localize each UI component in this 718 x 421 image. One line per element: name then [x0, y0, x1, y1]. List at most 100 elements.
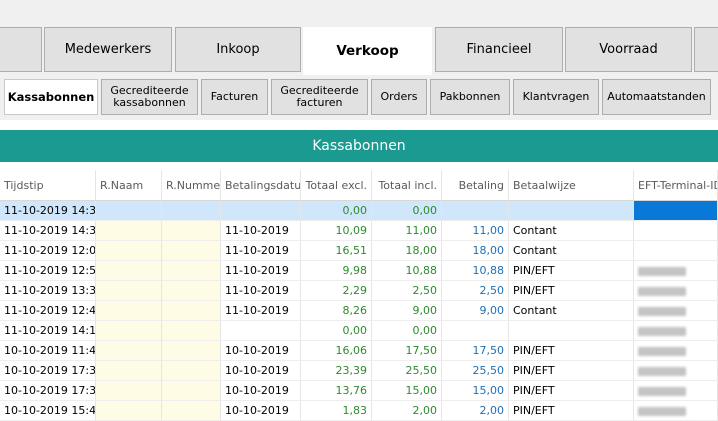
- cell-tijdstip[interactable]: 11-10-2019 14:31: [0, 201, 96, 221]
- cell-betaling[interactable]: 11,00: [442, 221, 509, 241]
- subtab-automaatstanden[interactable]: Automaatstanden: [602, 79, 711, 115]
- cell-totaal-excl[interactable]: 23,39: [301, 361, 372, 381]
- cell-tijdstip[interactable]: 10-10-2019 17:35: [0, 381, 96, 401]
- cell-betalingsdatum[interactable]: 10-10-2019: [221, 361, 301, 381]
- cell-totaal-excl[interactable]: 16,51: [301, 241, 372, 261]
- cell-eft-terminal-id[interactable]: [634, 361, 718, 381]
- cell-betalingsdatum[interactable]: 10-10-2019: [221, 341, 301, 361]
- cell-r-naam[interactable]: [96, 341, 162, 361]
- header-col-betalingsdatum[interactable]: Betalingsdatum: [221, 170, 301, 201]
- cell-r-nummer[interactable]: [162, 241, 221, 261]
- cell-betaling[interactable]: [442, 201, 509, 221]
- cell-tijdstip[interactable]: 10-10-2019 15:42: [0, 401, 96, 421]
- cell-tijdstip[interactable]: 11-10-2019 14:15: [0, 321, 96, 341]
- cell-totaal-excl[interactable]: 2,29: [301, 281, 372, 301]
- cell-r-naam[interactable]: [96, 361, 162, 381]
- cell-totaal-excl[interactable]: 9,98: [301, 261, 372, 281]
- cell-betaling[interactable]: 15,00: [442, 381, 509, 401]
- subtab-facturen[interactable]: Facturen: [201, 79, 268, 115]
- tab-voorraad[interactable]: Voorraad: [565, 27, 692, 72]
- cell-totaal-incl[interactable]: 15,00: [372, 381, 442, 401]
- table-row[interactable]: 11-10-2019 12:55 11-10-2019 9,98 10,88 10,88…: [0, 261, 718, 281]
- cell-eft-terminal-id[interactable]: [634, 261, 718, 281]
- subtab-klantvragen[interactable]: Klantvragen: [513, 79, 599, 115]
- cell-betalingsdatum[interactable]: 11-10-2019: [221, 301, 301, 321]
- cell-betalingsdatum[interactable]: [221, 321, 301, 341]
- cell-eft-terminal-id[interactable]: [634, 281, 718, 301]
- cell-betaalwijze[interactable]: PIN/EFT: [509, 341, 634, 361]
- subtab-kassabonnen[interactable]: Kassabonnen: [4, 79, 98, 115]
- cell-totaal-incl[interactable]: 0,00: [372, 201, 442, 221]
- table-row[interactable]: 11-10-2019 14:15 0,00 0,00: [0, 321, 718, 341]
- cell-r-naam[interactable]: [96, 401, 162, 421]
- table-row[interactable]: 11-10-2019 14:31 0,00 0,00: [0, 201, 718, 221]
- cell-r-naam[interactable]: [96, 241, 162, 261]
- cell-r-nummer[interactable]: [162, 281, 221, 301]
- cell-totaal-incl[interactable]: 2,50: [372, 281, 442, 301]
- header-col-totaal-excl[interactable]: Totaal excl.: [301, 170, 372, 201]
- cell-totaal-excl[interactable]: 0,00: [301, 321, 372, 341]
- subtab-gecrediteerde-kassabonnen[interactable]: Gecrediteerde kassabonnen: [101, 79, 198, 115]
- table-row[interactable]: 11-10-2019 12:41 11-10-2019 8,26 9,00 9,00 Co…: [0, 301, 718, 321]
- cell-totaal-incl[interactable]: 10,88: [372, 261, 442, 281]
- cell-betalingsdatum[interactable]: 11-10-2019: [221, 261, 301, 281]
- header-col-betaling[interactable]: Betaling: [442, 170, 509, 201]
- table-row[interactable]: 11-10-2019 12:02 11-10-2019 16,51 18,00 18,0…: [0, 241, 718, 261]
- subtab-gecrediteerde-facturen[interactable]: Gecrediteerde facturen: [271, 79, 368, 115]
- cell-betaling[interactable]: 9,00: [442, 301, 509, 321]
- cell-r-nummer[interactable]: [162, 301, 221, 321]
- cell-eft-terminal-id[interactable]: [634, 241, 718, 261]
- cell-totaal-excl[interactable]: 0,00: [301, 201, 372, 221]
- cell-betaalwijze[interactable]: [509, 201, 634, 221]
- table-row[interactable]: 10-10-2019 15:42 10-10-2019 1,83 2,00 2,00 PI…: [0, 401, 718, 421]
- cell-r-naam[interactable]: [96, 321, 162, 341]
- tab-financieel[interactable]: Financieel: [435, 27, 563, 72]
- cell-betaling[interactable]: 10,88: [442, 261, 509, 281]
- subtab-orders[interactable]: Orders: [371, 79, 427, 115]
- tab-medewerkers[interactable]: Medewerkers: [44, 27, 172, 72]
- table-row[interactable]: 11-10-2019 13:36 11-10-2019 2,29 2,50 2,50 PI…: [0, 281, 718, 301]
- cell-r-naam[interactable]: [96, 381, 162, 401]
- cell-betaling[interactable]: 18,00: [442, 241, 509, 261]
- cell-eft-terminal-id[interactable]: [634, 401, 718, 421]
- cell-totaal-incl[interactable]: 18,00: [372, 241, 442, 261]
- header-col-r-nummer[interactable]: R.Nummer: [162, 170, 221, 201]
- cell-r-naam[interactable]: [96, 221, 162, 241]
- cell-betaalwijze[interactable]: PIN/EFT: [509, 281, 634, 301]
- cell-betaalwijze[interactable]: PIN/EFT: [509, 401, 634, 421]
- cell-totaal-incl[interactable]: 25,50: [372, 361, 442, 381]
- tab-hidden-right[interactable]: [694, 27, 718, 72]
- cell-totaal-incl[interactable]: 9,00: [372, 301, 442, 321]
- cell-totaal-incl[interactable]: 0,00: [372, 321, 442, 341]
- cell-totaal-incl[interactable]: 2,00: [372, 401, 442, 421]
- cell-eft-terminal-id[interactable]: [634, 201, 718, 221]
- cell-betalingsdatum[interactable]: 11-10-2019: [221, 241, 301, 261]
- cell-totaal-excl[interactable]: 13,76: [301, 381, 372, 401]
- cell-betaalwijze[interactable]: [509, 321, 634, 341]
- cell-tijdstip[interactable]: 10-10-2019 17:37: [0, 361, 96, 381]
- cell-r-nummer[interactable]: [162, 201, 221, 221]
- table-row[interactable]: 11-10-2019 14:36 11-10-2019 10,09 11,00 11,0…: [0, 221, 718, 241]
- cell-tijdstip[interactable]: 11-10-2019 12:55: [0, 261, 96, 281]
- cell-r-nummer[interactable]: [162, 341, 221, 361]
- cell-betaalwijze[interactable]: PIN/EFT: [509, 381, 634, 401]
- cell-tijdstip[interactable]: 11-10-2019 13:36: [0, 281, 96, 301]
- cell-eft-terminal-id[interactable]: [634, 381, 718, 401]
- cell-totaal-excl[interactable]: 1,83: [301, 401, 372, 421]
- cell-r-nummer[interactable]: [162, 401, 221, 421]
- table-row[interactable]: 10-10-2019 17:37 10-10-2019 23,39 25,50 25,5…: [0, 361, 718, 381]
- cell-tijdstip[interactable]: 10-10-2019 11:44: [0, 341, 96, 361]
- header-col-tijdstip[interactable]: Tijdstip: [0, 170, 96, 201]
- cell-betalingsdatum[interactable]: 11-10-2019: [221, 221, 301, 241]
- cell-betaalwijze[interactable]: PIN/EFT: [509, 261, 634, 281]
- cell-betalingsdatum[interactable]: 10-10-2019: [221, 381, 301, 401]
- cell-betalingsdatum[interactable]: [221, 201, 301, 221]
- cell-betaling[interactable]: 17,50: [442, 341, 509, 361]
- tab-verkoop[interactable]: Verkoop: [303, 27, 432, 75]
- cell-betalingsdatum[interactable]: 11-10-2019: [221, 281, 301, 301]
- cell-r-nummer[interactable]: [162, 261, 221, 281]
- cell-tijdstip[interactable]: 11-10-2019 12:02: [0, 241, 96, 261]
- cell-eft-terminal-id[interactable]: [634, 341, 718, 361]
- cell-betaling[interactable]: [442, 321, 509, 341]
- cell-r-nummer[interactable]: [162, 381, 221, 401]
